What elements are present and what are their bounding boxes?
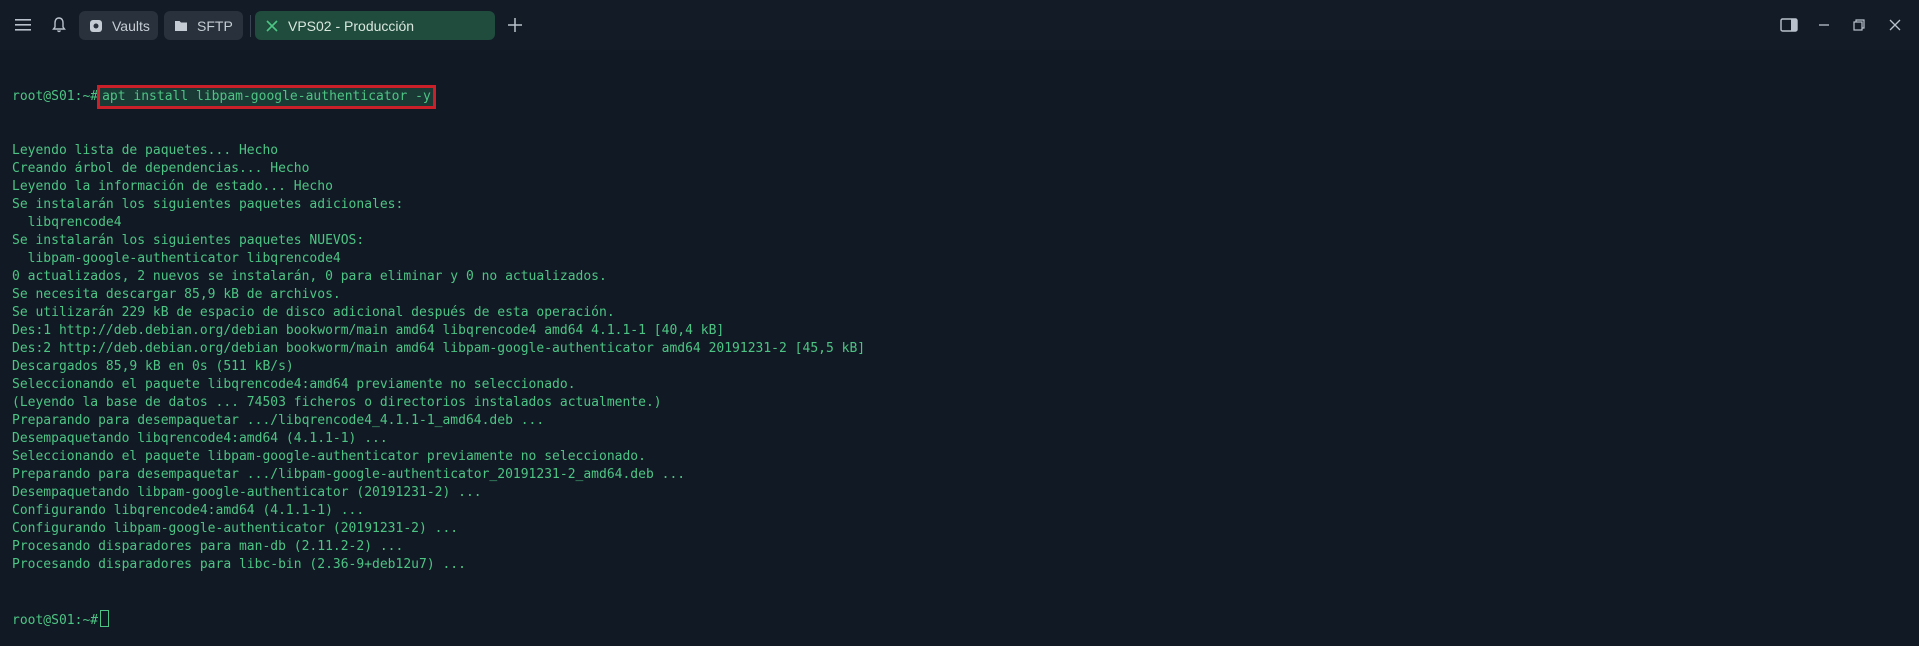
close-icon[interactable]: [264, 18, 280, 34]
bell-icon[interactable]: [48, 14, 70, 36]
output-line: libqrencode4: [12, 215, 122, 230]
prompt: root@S01:~#: [12, 89, 99, 104]
output-line: 0 actualizados, 2 nuevos se instalarán, …: [12, 269, 607, 284]
close-window-icon[interactable]: [1885, 15, 1905, 35]
tab-vps02-produccion[interactable]: VPS02 - Producción: [255, 11, 495, 40]
output-line: Se necesita descargar 85,9 kB de archivo…: [12, 287, 341, 302]
output-line: Se utilizarán 229 kB de espacio de disco…: [12, 305, 615, 320]
output-line: Leyendo lista de paquetes... Hecho: [12, 143, 279, 158]
restore-icon[interactable]: [1849, 15, 1869, 35]
output-line: Leyendo la información de estado... Hech…: [12, 179, 333, 194]
output-line: Configurando libqrencode4:amd64 (4.1.1-1…: [12, 503, 365, 518]
tab-divider: [250, 15, 251, 37]
highlighted-command: apt install libpam-google-authenticator …: [97, 85, 436, 109]
output-line: Des:1 http://deb.debian.org/debian bookw…: [12, 323, 725, 338]
output-line: Desempaquetando libpam-google-authentica…: [12, 485, 482, 500]
tab-label: SFTP: [197, 17, 233, 34]
output-line: Se instalarán los siguientes paquetes ad…: [12, 197, 404, 212]
folder-icon: [173, 18, 189, 34]
output-line: libpam-google-authenticator libqrencode4: [12, 251, 341, 266]
output-line: (Leyendo la base de datos ... 74503 fich…: [12, 395, 662, 410]
output-line: Preparando para desempaquetar .../libpam…: [12, 467, 686, 482]
output-line: Procesando disparadores para libc-bin (2…: [12, 557, 466, 572]
tab-sftp[interactable]: SFTP: [164, 11, 243, 40]
output-line: Procesando disparadores para man-db (2.1…: [12, 539, 404, 554]
title-bar: Vaults SFTP VPS02 - Producción: [0, 0, 1919, 50]
tab-label: Vaults: [112, 17, 150, 34]
output-line: Desempaquetando libqrencode4:amd64 (4.1.…: [12, 431, 388, 446]
terminal-cursor: [100, 610, 110, 627]
tab-vaults[interactable]: Vaults: [79, 11, 158, 40]
command-line: root@S01:~# apt install libpam-google-aut…: [12, 85, 1902, 109]
current-prompt-line[interactable]: root@S01:~#: [12, 610, 1902, 628]
output-line: Preparando para desempaquetar .../libqre…: [12, 413, 545, 428]
sidebar-toggle-icon[interactable]: [1779, 15, 1799, 35]
output-line: Se instalarán los siguientes paquetes NU…: [12, 233, 365, 248]
prompt: root@S01:~#: [12, 613, 99, 628]
menu-icon[interactable]: [12, 14, 34, 36]
output-line: Seleccionando el paquete libpam-google-a…: [12, 449, 646, 464]
terminal-output[interactable]: root@S01:~# apt install libpam-google-aut…: [12, 52, 1902, 646]
output-line: Des:2 http://deb.debian.org/debian bookw…: [12, 341, 866, 356]
plus-icon[interactable]: [504, 14, 526, 36]
output-line: Descargados 85,9 kB en 0s (511 kB/s): [12, 359, 294, 374]
minimize-icon[interactable]: [1814, 15, 1834, 35]
output-line: Seleccionando el paquete libqrencode4:am…: [12, 377, 576, 392]
output-line: Configurando libpam-google-authenticator…: [12, 521, 459, 536]
tab-label: VPS02 - Producción: [288, 17, 415, 34]
vault-icon: [88, 18, 104, 34]
output-line: Creando árbol de dependencias... Hecho: [12, 161, 310, 176]
